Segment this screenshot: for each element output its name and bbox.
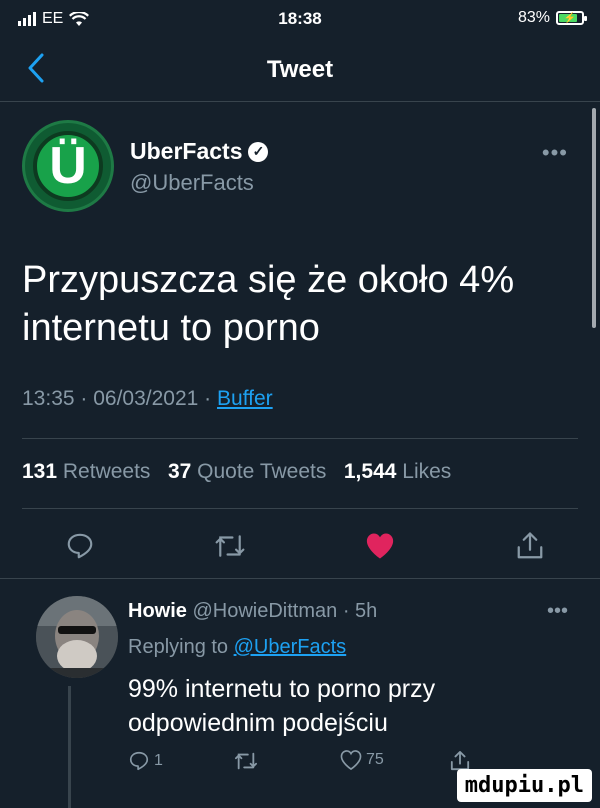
replying-to-mention[interactable]: @UberFacts [234,636,347,658]
top-nav: Tweet [0,40,600,102]
thread-line [68,686,71,808]
reply-more-options-button[interactable]: ••• [547,600,568,623]
reply-text: 99% internetu to porno przy odpowiednim … [128,675,436,737]
avatar[interactable]: Ü [22,120,114,212]
tweet-source-link[interactable]: Buffer [217,387,273,410]
quotes-label: Quote Tweets [197,460,327,483]
author-name-row[interactable]: UberFacts ✓ [130,138,269,165]
quotes-stat[interactable]: 37 Quote Tweets [168,460,326,483]
reply-like-count: 75 [366,751,384,768]
more-options-button[interactable]: ••• [542,140,568,166]
reply-icon [67,533,93,559]
avatar-letter: Ü [33,131,103,201]
tweet-timestamp: 13:35 · 06/03/2021 · Buffer [22,387,273,411]
tweet-text: Przypuszcza się że około 4% internetu to… [22,259,515,349]
author-handle[interactable]: @UberFacts [130,170,254,196]
tweet-date: 06/03/2021 [93,387,199,410]
divider [0,578,600,579]
reply-header: Howie @HowieDittman · 5h [128,600,377,623]
avatar[interactable] [36,596,118,678]
watermark-logo: mdupiu.pl [456,769,592,802]
heart-icon [366,533,394,559]
like-button[interactable] [360,526,400,566]
retweet-button[interactable] [210,526,250,566]
tweet-time: 13:35 [22,387,75,410]
retweets-count: 131 [22,460,58,483]
battery-percent: 83% [517,9,550,26]
reply-author-name[interactable]: Howie [128,600,187,622]
tweet-author: Ü UberFacts ✓ @UberFacts ••• [22,118,578,214]
reply-reply-count: 1 [154,752,163,769]
heart-outline-icon [340,750,362,770]
tweet-stats: 131 Retweets 37 Quote Tweets 1,544 Likes [22,460,451,484]
reply-like-button[interactable]: 75 [340,750,384,770]
replying-prefix: Replying to [128,636,229,658]
replying-to: Replying to @UberFacts [128,636,346,659]
charging-bolt-icon: ⚡ [563,12,577,24]
reply-retweet-button[interactable] [233,750,263,772]
avatar-photo [36,596,118,678]
reply-reply-button[interactable]: 1 [128,750,163,772]
share-icon [517,532,543,559]
retweet-icon [235,752,257,770]
verified-badge-icon: ✓ [248,141,269,162]
reply-icon [129,751,149,771]
retweets-label: Retweets [62,460,151,483]
share-button[interactable] [510,526,550,566]
status-time: 18:38 [278,9,322,28]
reply-author-handle[interactable]: @HowieDittman [192,600,337,622]
likes-label: Likes [402,460,452,483]
reply-button[interactable] [60,526,100,566]
quotes-count: 37 [167,460,192,483]
divider [22,438,578,439]
author-name: UberFacts [130,138,243,164]
battery-icon: ⚡ [556,11,587,25]
likes-stat[interactable]: 1,544 Likes [344,460,451,483]
reply-age: · 5h [342,600,378,622]
status-right: 83% ⚡ [517,9,587,27]
retweet-icon [215,535,245,557]
meta-separator: · [198,387,218,410]
scrollbar[interactable] [592,108,596,328]
page-title: Tweet [266,56,334,83]
retweets-stat[interactable]: 131 Retweets [22,460,150,483]
status-bar: EE 18:38 83% ⚡ [0,0,600,34]
meta-separator: · [74,387,94,410]
divider [22,508,578,509]
likes-count: 1,544 [343,460,397,483]
tweet-actions [22,526,578,566]
